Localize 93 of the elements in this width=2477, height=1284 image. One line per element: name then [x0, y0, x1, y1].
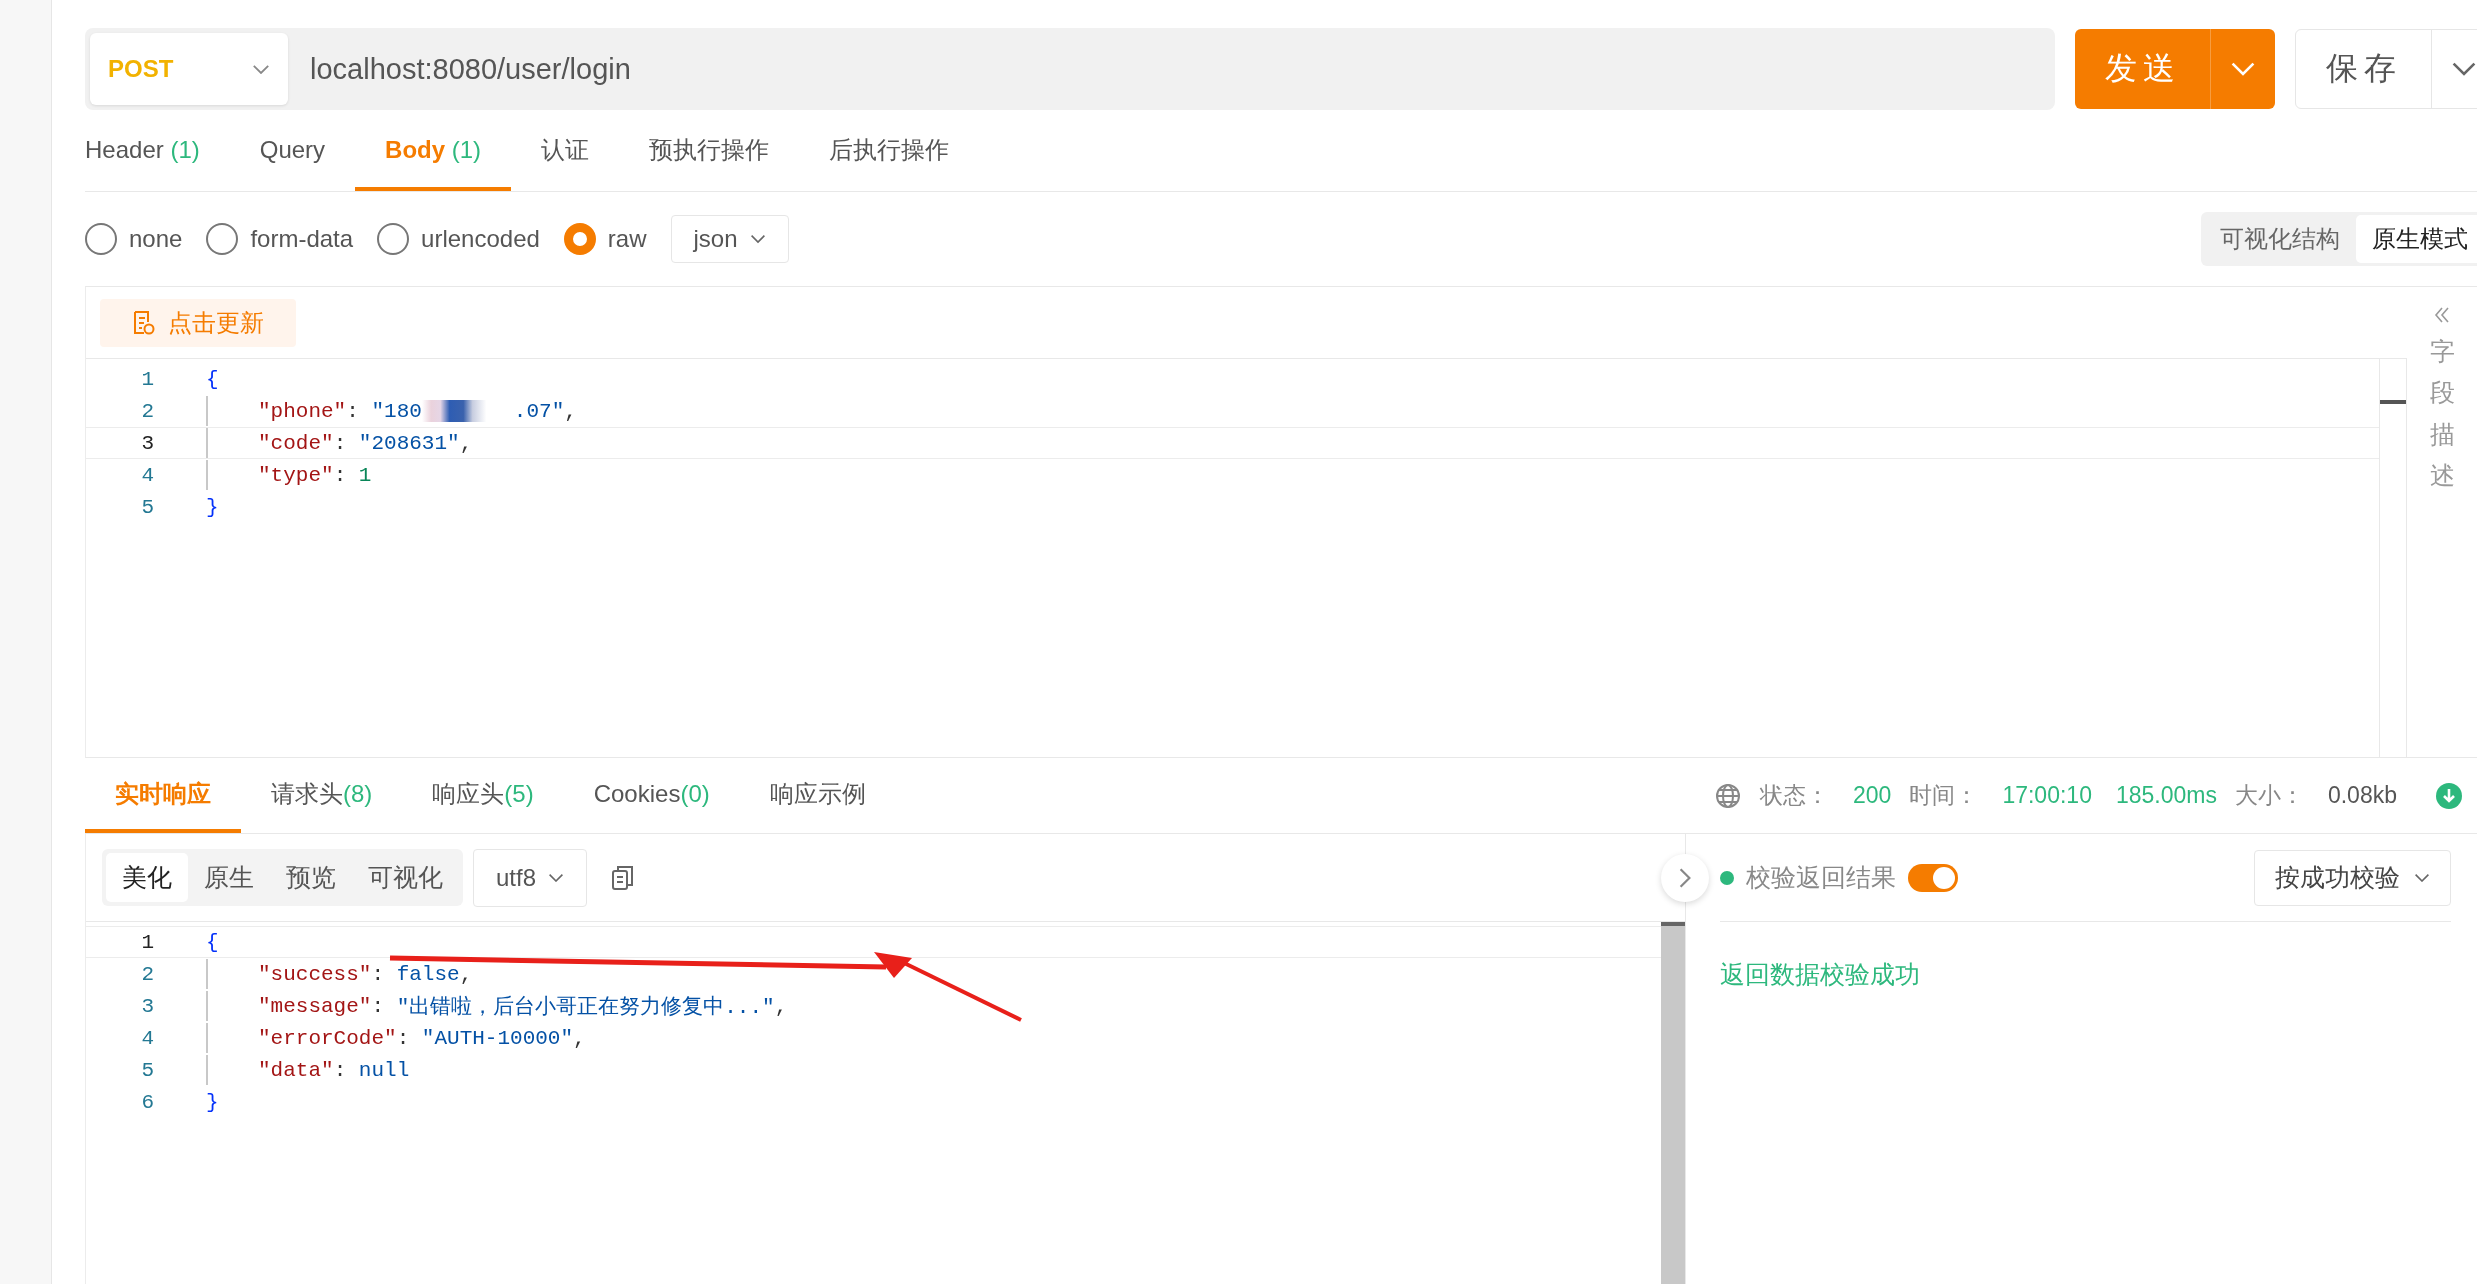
code-token: : [333, 431, 348, 455]
code-token: "208631" [358, 431, 460, 455]
chevron-down-icon [749, 234, 766, 244]
request-tab[interactable]: 后执行操作 [799, 112, 980, 191]
chevron-right-icon [1678, 867, 1692, 889]
radio-label: none [129, 225, 183, 253]
encoding-dropdown[interactable]: utf8 [473, 848, 588, 907]
request-tab[interactable]: 认证 [511, 112, 620, 191]
view-option[interactable]: 美化 [106, 853, 188, 902]
url-text: localhost:8080/user/login [310, 52, 631, 86]
response-tab[interactable]: Cookies(0) [563, 758, 740, 833]
response-tab[interactable]: 响应头(5) [402, 758, 564, 833]
code-token: .07" [513, 399, 565, 423]
chevron-down-icon [2414, 872, 2430, 883]
code-token: : [333, 1058, 348, 1082]
code-token: : [371, 962, 386, 986]
code-token: "phone" [258, 399, 347, 423]
code-token: } [206, 1090, 219, 1114]
line-number: 2 [140, 399, 155, 423]
code-token: } [206, 495, 219, 519]
url-bar[interactable]: POST localhost:8080/user/login [85, 28, 2055, 110]
code-token: , [459, 962, 473, 986]
line-number: 4 [140, 463, 155, 487]
view-option[interactable]: 原生 [188, 853, 270, 902]
code-token: : [396, 1026, 411, 1050]
code-token: , [564, 399, 577, 423]
chevron-down-icon [2451, 61, 2477, 77]
code-token: , [459, 431, 473, 455]
line-number: 1 [140, 367, 155, 391]
response-tab[interactable]: 响应示例 [739, 758, 896, 833]
view-option[interactable]: 预览 [270, 853, 352, 902]
download-icon[interactable] [2435, 781, 2463, 810]
code-token: "message" [258, 994, 372, 1018]
mode-option[interactable]: 可视化结构 [2204, 215, 2356, 263]
copy-icon[interactable] [611, 864, 636, 891]
code-token: null [358, 1058, 410, 1082]
status-label: 大小： [2234, 781, 2304, 810]
line-number: 3 [140, 994, 155, 1018]
radio-label: urlencoded [421, 225, 540, 253]
validation-result: 返回数据校验成功 [1720, 959, 1921, 990]
line-number: 1 [140, 930, 155, 954]
code-token: : [346, 399, 360, 423]
code-token: "180 [371, 399, 422, 423]
code-token: "success" [258, 962, 372, 986]
scrollbar[interactable] [1661, 922, 1685, 1284]
status-value: 17:00:10 [2002, 782, 2092, 809]
code-token: , [573, 1026, 586, 1050]
code-token: "type" [258, 463, 334, 487]
response-tab[interactable]: 请求头(8) [241, 758, 403, 833]
status-value: 200 [1853, 782, 1892, 809]
code-token: "AUTH-10000" [421, 1026, 574, 1050]
request-tab[interactable]: Header (1) [85, 112, 230, 191]
code-token: : [371, 994, 386, 1018]
radio-button[interactable] [563, 223, 596, 255]
code-token: { [206, 930, 219, 954]
code-token: "errorCode" [258, 1026, 397, 1050]
status-label: 状态： [1760, 781, 1829, 810]
expand-button[interactable] [1661, 854, 1709, 902]
radio-button[interactable] [85, 223, 117, 255]
code-token: : [333, 463, 348, 487]
validation-label: 校验返回结果 [1746, 862, 1896, 893]
code-token: "出错啦，后台小哥正在努力修复中..." [396, 994, 775, 1020]
chevron-down-icon [252, 63, 270, 75]
code-token: "code" [258, 431, 334, 455]
line-number: 5 [140, 1058, 155, 1082]
code-token: { [206, 367, 219, 391]
mode-option[interactable]: 原生模式 [2356, 215, 2477, 263]
request-tab[interactable]: Query [229, 112, 356, 191]
chevron-down-icon [2230, 61, 2256, 77]
line-number: 4 [140, 1026, 155, 1050]
radio-label: raw [607, 225, 647, 253]
status-label: 时间： [1909, 781, 1979, 810]
radio-button[interactable] [206, 223, 239, 255]
code-token: 1 [358, 463, 372, 487]
view-option[interactable]: 可视化 [352, 853, 459, 902]
code-token: "data" [258, 1058, 334, 1082]
code-token: , [774, 994, 788, 1018]
line-number: 5 [140, 495, 155, 519]
request-tab[interactable]: 预执行操作 [619, 112, 800, 191]
format-dropdown[interactable]: json [670, 215, 789, 263]
chevron-down-icon [548, 872, 565, 883]
double-chevron-left-icon[interactable] [2432, 305, 2452, 325]
globe-icon [1714, 781, 1742, 810]
status-value: 185.00ms [2115, 782, 2217, 809]
validation-mode-dropdown[interactable]: 按成功校验 [2254, 849, 2451, 906]
radio-label: form-data [250, 225, 354, 253]
validation-toggle[interactable] [1908, 863, 1958, 892]
status-value: 0.08kb [2327, 782, 2397, 809]
line-number: 3 [140, 431, 155, 455]
radio-button[interactable] [377, 223, 410, 255]
line-number: 6 [140, 1090, 155, 1114]
code-token: false [396, 962, 460, 986]
line-number: 2 [140, 962, 155, 986]
